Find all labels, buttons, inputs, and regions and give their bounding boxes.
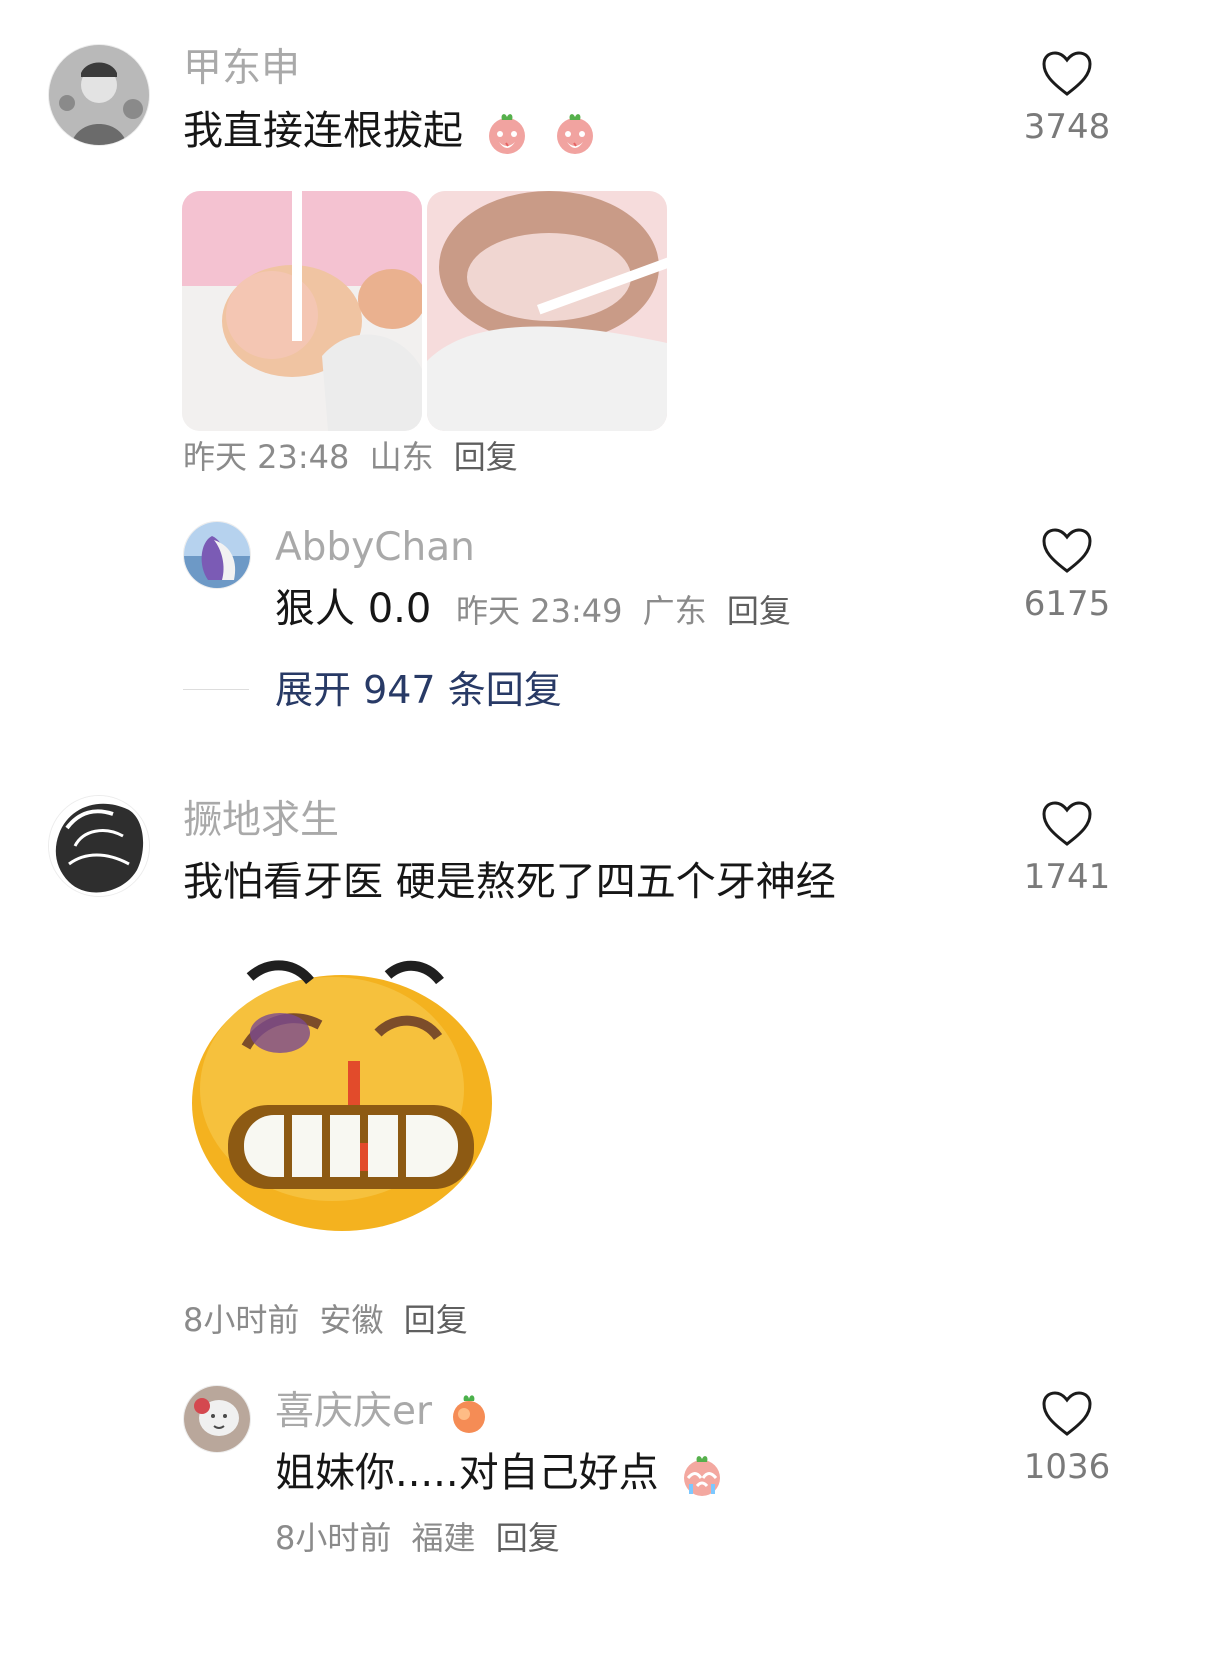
username[interactable]: AbbyChan [275,524,475,572]
heart-outline-icon[interactable] [1041,800,1093,847]
reply-text-content: 狠人 0.0 [275,586,432,632]
location: 福建 [411,1519,476,1557]
avatar[interactable] [183,521,251,589]
location: 安徽 [319,1301,384,1339]
bruised-grin-sticker[interactable] [182,953,512,1238]
comment-text-content: 我直接连根拔起 [183,108,463,154]
like-count: 3748 [1023,107,1111,147]
comment-text: 我直接连根拔起 [183,106,600,158]
username[interactable]: 甲东申 [183,45,300,93]
location: 山东 [369,438,434,476]
heart-outline-icon[interactable] [1041,1390,1093,1437]
comment-text: 我怕看牙医 硬是熬死了四五个牙神经 [183,859,836,905]
peach-crying-icon [482,108,532,158]
location: 广东 [642,592,707,630]
expand-replies-button[interactable]: 展开 947 条回复 [275,666,562,714]
reply-meta: 昨天 23:49 广东 回复 [456,592,791,630]
avatar[interactable] [48,44,150,146]
peach-crying-icon [677,1450,727,1500]
username[interactable]: 喜庆庆er [275,1388,492,1437]
reply-text-content: 姐妹你.....对自己好点 [275,1450,659,1496]
username-text[interactable]: 喜庆庆er [275,1389,432,1434]
like-button[interactable]: 3748 [1007,50,1127,147]
reply-button[interactable]: 回复 [404,1300,468,1340]
like-button[interactable]: 1741 [1007,800,1127,897]
like-count: 6175 [1023,584,1111,624]
reply-button[interactable]: 回复 [496,1518,560,1558]
avatar[interactable] [48,795,150,897]
reply-text: 姐妹你.....对自己好点 [275,1448,727,1500]
reply-meta: 8小时前 福建 回复 [275,1518,560,1558]
like-button[interactable]: 6175 [1007,527,1127,624]
timestamp: 昨天 23:49 [456,592,623,630]
expand-divider [183,689,249,690]
avatar[interactable] [183,1385,251,1453]
peach-crying-icon [550,108,600,158]
timestamp: 8小时前 [183,1301,300,1339]
comment-meta: 8小时前 安徽 回复 [183,1300,468,1340]
username[interactable]: 撅地求生 [183,797,339,845]
reply-button[interactable]: 回复 [454,437,518,477]
comment-image[interactable] [182,191,422,431]
comment-meta: 昨天 23:48 山东 回复 [183,437,518,477]
timestamp: 昨天 23:48 [183,438,350,476]
peach-icon [446,1391,492,1437]
timestamp: 8小时前 [275,1519,392,1557]
heart-outline-icon[interactable] [1041,527,1093,574]
like-count: 1741 [1023,857,1111,897]
comment-image[interactable] [427,191,667,431]
reply-button[interactable]: 回复 [727,591,791,631]
like-count: 1036 [1023,1447,1111,1487]
reply-text: 狠人 0.0 昨天 23:49 广东 回复 [275,584,791,634]
like-button[interactable]: 1036 [1007,1390,1127,1487]
heart-outline-icon[interactable] [1041,50,1093,97]
